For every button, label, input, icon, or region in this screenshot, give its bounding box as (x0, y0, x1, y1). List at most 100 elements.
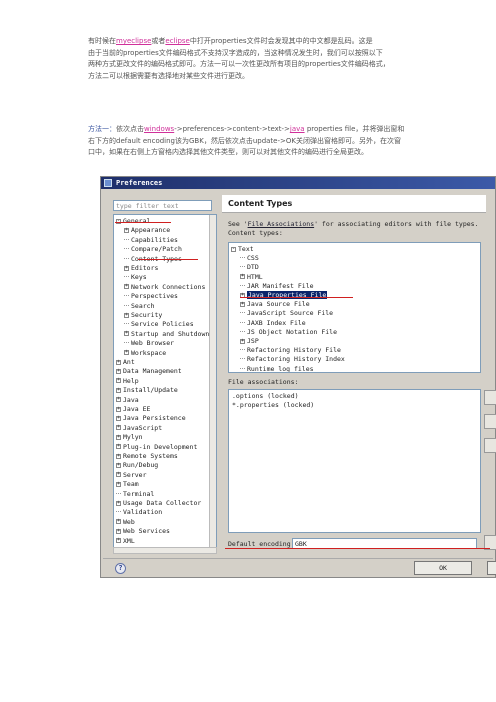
tree-item[interactable]: Validation (116, 508, 162, 517)
tree-item[interactable]: JS Object Notation File (240, 328, 337, 337)
expand-icon[interactable]: + (116, 444, 121, 450)
remove-association-button[interactable] (484, 414, 496, 429)
expand-icon[interactable]: + (116, 500, 121, 506)
file-associations-list: .options (locked) *.properties (locked) (228, 389, 481, 533)
tree-item[interactable]: + Plug-in Development (116, 443, 197, 452)
tree-item[interactable]: + Editors (124, 264, 158, 273)
expand-icon[interactable]: + (116, 425, 121, 431)
tree-item[interactable]: Refactoring History File (240, 346, 341, 355)
expand-icon[interactable]: + (116, 519, 121, 525)
tree-item-label: HTML (247, 272, 263, 281)
tree-item[interactable]: Capabilities (124, 236, 178, 245)
expand-icon[interactable]: + (116, 359, 121, 365)
expand-icon[interactable]: + (124, 265, 129, 271)
tree-item[interactable]: Web Browser (124, 339, 174, 348)
tree-vertical-scrollbar[interactable] (209, 215, 216, 553)
expand-icon[interactable]: + (116, 472, 121, 478)
tree-item[interactable]: JAR Manifest File (240, 282, 314, 291)
tree-item[interactable]: JAXB Index File (240, 319, 306, 328)
tree-item[interactable]: + Ant (116, 358, 135, 367)
myeclipse-link[interactable]: myeclipse (116, 37, 151, 45)
file-association-item[interactable]: .options (locked) (232, 392, 299, 401)
tree-item[interactable]: Service Policies (124, 320, 194, 329)
help-icon[interactable]: ? (115, 563, 126, 574)
tree-item[interactable]: + Java EE (116, 405, 150, 414)
tree-item[interactable]: + Security (124, 311, 162, 320)
expand-icon[interactable]: + (116, 397, 121, 403)
tree-item[interactable]: + Run/Debug (116, 461, 158, 470)
title-bar[interactable]: Preferences (101, 177, 495, 189)
expand-icon[interactable]: + (116, 415, 121, 421)
tree-item[interactable]: + Team (116, 480, 139, 489)
expand-icon[interactable]: + (124, 331, 129, 337)
expand-icon[interactable]: + (124, 350, 129, 356)
file-association-item[interactable]: *.properties (locked) (232, 401, 314, 410)
collapse-icon[interactable]: - (231, 246, 236, 252)
tree-item[interactable]: + XML (116, 537, 135, 546)
expand-icon[interactable]: + (116, 528, 121, 534)
expand-icon[interactable]: + (124, 312, 129, 318)
expand-icon[interactable]: + (116, 387, 121, 393)
tree-item[interactable]: + Workspace (124, 349, 166, 358)
tree-item[interactable]: + Java (116, 396, 139, 405)
tree-item[interactable]: + JSP (240, 337, 259, 346)
filter-input[interactable]: type filter text (113, 200, 212, 211)
tree-item[interactable]: + JavaScript (116, 424, 162, 433)
tree-item[interactable]: Compare/Patch (124, 245, 182, 254)
expand-icon[interactable]: + (116, 434, 121, 440)
windows-link[interactable]: windows (144, 125, 174, 133)
file-associations-link[interactable]: File Associations (248, 220, 315, 228)
expand-icon[interactable]: + (116, 378, 121, 384)
tree-item[interactable]: + Startup and Shutdown (124, 330, 209, 339)
tree-item[interactable]: Runtime log files (240, 365, 314, 372)
expand-icon[interactable]: + (116, 368, 121, 374)
tree-item[interactable]: + Appearance (124, 226, 170, 235)
tree-item[interactable]: + Server (116, 471, 146, 480)
tree-item[interactable]: DTD (240, 263, 259, 272)
tree-item-label: Workspace (131, 348, 167, 357)
expand-icon[interactable]: + (116, 406, 121, 412)
expand-icon[interactable]: + (116, 453, 121, 459)
expand-icon[interactable]: + (116, 481, 121, 487)
tree-item[interactable]: + Usage Data Collector (116, 499, 201, 508)
tree-item[interactable]: Refactoring History Index (240, 355, 345, 364)
expand-icon[interactable]: + (116, 462, 121, 468)
tree-item[interactable]: + HTML (240, 273, 263, 282)
tree-item[interactable]: + Help (116, 377, 139, 386)
tree-item[interactable]: JavaScript Source File (240, 309, 333, 318)
expand-icon[interactable]: + (124, 284, 129, 290)
tree-item[interactable]: - Text (231, 245, 254, 254)
tree-item[interactable]: CSS (240, 254, 259, 263)
expand-icon[interactable]: + (116, 538, 121, 544)
tree-item[interactable]: + Remote Systems (116, 452, 178, 461)
expand-icon[interactable]: + (240, 301, 245, 307)
tree-item-label: Perspectives (131, 292, 178, 301)
tree-item[interactable]: + Web Services (116, 527, 170, 536)
add-association-button[interactable] (484, 390, 496, 405)
edit-association-button[interactable] (484, 438, 496, 453)
tree-item[interactable]: + Mylyn (116, 433, 143, 442)
tree-item[interactable]: + Data Management (116, 367, 182, 376)
tree-item[interactable]: Terminal (116, 490, 154, 499)
java-link[interactable]: java (290, 125, 305, 133)
tree-item[interactable]: + Install/Update (116, 386, 178, 395)
ok-button[interactable]: OK (414, 561, 472, 575)
expand-icon[interactable]: + (124, 227, 129, 233)
tree-item[interactable]: Search (124, 302, 154, 311)
tree-item[interactable]: + Java Persistence (116, 414, 186, 423)
tree-connector-icon (124, 276, 129, 278)
tree-item[interactable]: Keys (124, 273, 147, 282)
tree-connector-icon (240, 284, 245, 287)
tree-horizontal-scrollbar[interactable] (113, 547, 217, 554)
cancel-button[interactable] (487, 561, 496, 575)
tree-connector-icon (124, 342, 129, 344)
window-title: Preferences (116, 179, 163, 187)
tree-item[interactable]: + Java Source File (240, 300, 310, 309)
expand-icon[interactable]: + (240, 338, 245, 344)
expand-icon[interactable]: + (240, 274, 245, 280)
tree-item[interactable]: + Java Properties File (240, 291, 328, 300)
eclipse-link[interactable]: eclipse (165, 37, 189, 45)
tree-item[interactable]: + Web (116, 518, 135, 527)
tree-item[interactable]: + Network Connections (124, 283, 205, 292)
tree-item[interactable]: Perspectives (124, 292, 178, 301)
